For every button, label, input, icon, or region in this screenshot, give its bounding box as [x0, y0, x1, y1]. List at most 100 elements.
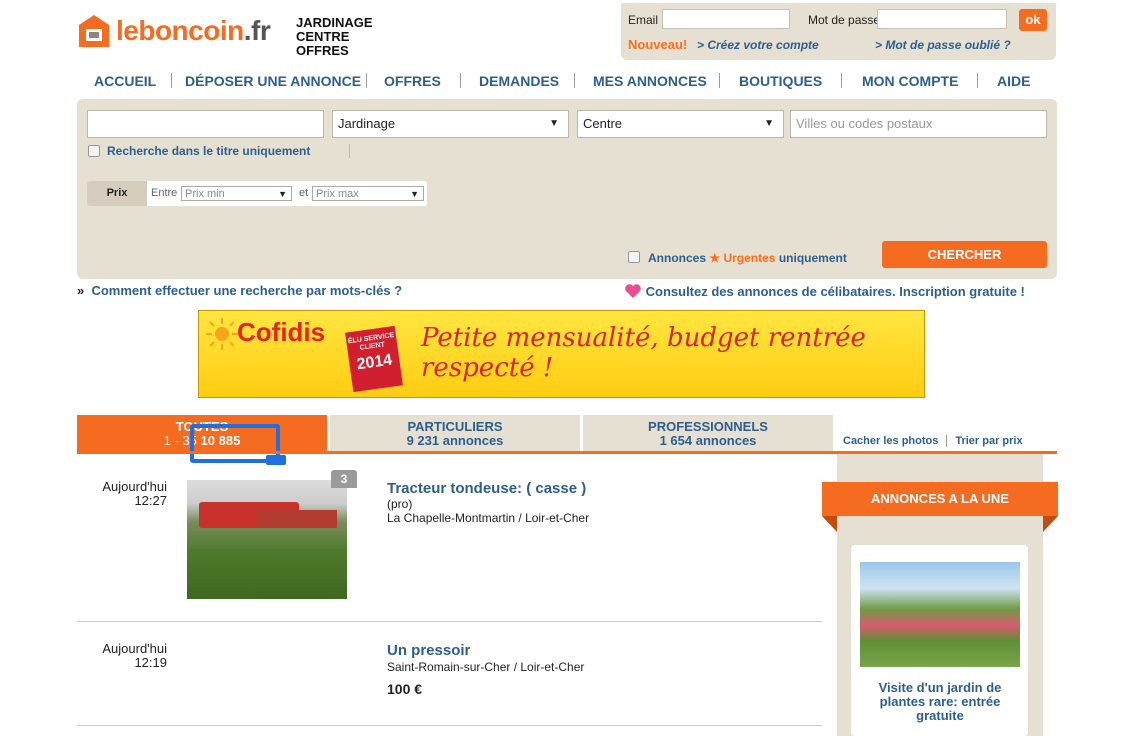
urgent-text-3: uniquement [778, 251, 847, 265]
email-label: Email [628, 13, 659, 27]
search-panel: Jardinage ▼ Centre ▼ Villes ou codes pos… [77, 99, 1057, 279]
nav-aide[interactable]: AIDE [997, 73, 1030, 89]
urgent-text-1: Annonces [648, 251, 707, 265]
tab-subtitle: 9 231 annonces [406, 433, 504, 448]
tab-subtitle: 1 654 annonces [659, 433, 757, 448]
crumb-region: CENTRE [296, 29, 350, 44]
listing-time: 12:19 [134, 655, 167, 670]
forgot-password-link[interactable]: > Mot de passe oublié ? [875, 38, 1011, 52]
listing-price: 100 € [387, 681, 423, 697]
award-badge-year: 2014 [355, 351, 394, 374]
ribbon-fold [822, 516, 837, 532]
urgent-checkbox[interactable] [628, 251, 640, 263]
urgent-label: Annonces ★ Urgentes uniquement [648, 251, 847, 265]
listing-day: Aujourd'hui [102, 641, 167, 656]
crumb-type: OFFRES [296, 43, 349, 58]
price-between-label: Entre [151, 187, 178, 199]
singles-promo[interactable]: Consultez des annonces de célibataires. … [624, 283, 1025, 299]
title-only-label: Recherche dans le titre uniquement [107, 144, 311, 158]
logo-name: leboncoin [116, 15, 244, 46]
price-max-select[interactable]: Prix max ▼ [312, 186, 424, 201]
listing-time: 12:27 [134, 493, 167, 508]
price-label: Prix [87, 181, 147, 206]
urgent-text-2: Urgentes [723, 251, 776, 265]
nav-divider [841, 73, 842, 88]
search-button[interactable]: CHERCHER [882, 241, 1047, 268]
ad-brand: Cofidis [237, 317, 326, 347]
nav-offres[interactable]: OFFRES [384, 73, 441, 89]
featured-title[interactable]: Visite d'un jardin de plantes rare: entr… [861, 681, 1019, 723]
region-select[interactable]: Centre ▼ [577, 110, 784, 138]
award-badge: ÉLU SERVICE CLIENT 2014 [345, 325, 403, 393]
ad-slogan: Petite mensualité, budget rentrée respec… [421, 323, 866, 383]
password-label: Mot de passe [808, 13, 881, 27]
dropdown-arrow-icon: ▼ [410, 189, 419, 199]
keyword-input[interactable] [87, 110, 324, 138]
price-max-value: Prix max [316, 188, 359, 200]
region-value: Centre [583, 116, 623, 131]
divider [946, 435, 948, 448]
featured-card[interactable]: Visite d'un jardin de plantes rare: entr… [851, 545, 1028, 736]
category-select[interactable]: Jardinage ▼ [332, 110, 569, 138]
singles-promo-text: Consultez des annonces de célibataires. … [645, 284, 1025, 299]
list-item[interactable]: Aujourd'hui 12:19 Un pressoir Saint-Roma… [77, 636, 822, 716]
nav-accueil[interactable]: ACCUEIL [94, 73, 156, 89]
tab-title: PROFESSIONNELS [648, 419, 768, 434]
sort-price-link[interactable]: Trier par prix [955, 435, 1022, 447]
title-only-checkbox[interactable] [88, 145, 100, 157]
search-help-link[interactable]: Comment effectuer une recherche par mots… [91, 283, 402, 298]
listing-title[interactable]: Un pressoir [387, 642, 470, 659]
photo-count-badge: 3 [331, 470, 357, 488]
featured-photo[interactable] [860, 562, 1020, 667]
tab-professionnels[interactable]: PROFESSIONNELS 1 654 annonces [583, 415, 833, 451]
list-divider [77, 621, 822, 622]
price-min-select[interactable]: Prix min ▼ [181, 186, 292, 201]
nav-mes-annonces[interactable]: MES ANNONCES [593, 73, 707, 89]
main-nav: ACCUEIL DÉPOSER UNE ANNONCE OFFRES DEMAN… [77, 73, 1057, 89]
create-account-link[interactable]: > Créez votre compte [697, 38, 819, 52]
location-input[interactable]: Villes ou codes postaux [790, 110, 1047, 138]
listing-location: Saint-Romain-sur-Cher / Loir-et-Cher [387, 660, 585, 674]
listing-date: Aujourd'hui 12:27 [77, 480, 167, 508]
nav-deposer[interactable]: DÉPOSER UNE ANNONCE [185, 73, 361, 89]
list-item[interactable]: Aujourd'hui 12:27 3 Tracteur tondeuse: (… [77, 470, 822, 612]
login-panel: Email Mot de passe ok Nouveau! > Créez v… [621, 3, 1056, 60]
list-tools: Cacher les photos Trier par prix [843, 435, 1023, 448]
heart-icon [625, 284, 641, 298]
ad-banner[interactable]: Cofidis ÉLU SERVICE CLIENT 2014 Petite m… [198, 310, 925, 398]
listing-location: La Chapelle-Montmartin / Loir-et-Cher [387, 511, 590, 525]
price-min-value: Prix min [185, 188, 225, 200]
listing-photo[interactable] [187, 480, 347, 599]
search-help: » Comment effectuer une recherche par mo… [77, 283, 402, 298]
category-value: Jardinage [338, 116, 396, 131]
nav-divider [574, 73, 575, 88]
email-field[interactable] [662, 9, 790, 29]
crumb-category: JARDINAGE [296, 15, 373, 30]
login-ok-button[interactable]: ok [1019, 9, 1047, 31]
logo-text[interactable]: leboncoin.fr [116, 15, 271, 47]
nav-demandes[interactable]: DEMANDES [479, 73, 559, 89]
list-divider [77, 725, 822, 726]
listing-day: Aujourd'hui [102, 479, 167, 494]
nav-divider [171, 73, 172, 88]
listing-title[interactable]: Tracteur tondeuse: ( casse ) [387, 480, 586, 497]
tab-particuliers[interactable]: PARTICULIERS 9 231 annonces [330, 415, 580, 451]
password-field[interactable] [877, 9, 1007, 29]
star-icon: ★ [709, 251, 721, 265]
nav-boutiques[interactable]: BOUTIQUES [739, 73, 822, 89]
featured-header: ANNONCES A LA UNE [822, 482, 1058, 516]
dropdown-arrow-icon: ▼ [278, 189, 287, 199]
dropdown-arrow-icon: ▼ [764, 118, 774, 129]
sun-icon [206, 318, 238, 350]
selection-highlight-handle [266, 455, 286, 465]
nav-divider [719, 73, 720, 88]
logo-tld: .fr [243, 15, 271, 46]
ribbon-fold [1043, 516, 1058, 532]
tab-title: PARTICULIERS [407, 419, 503, 434]
hide-photos-link[interactable]: Cacher les photos [843, 435, 938, 447]
nav-mon-compte[interactable]: MON COMPTE [862, 73, 958, 89]
nav-divider [977, 73, 978, 88]
nav-divider [460, 73, 461, 88]
price-and-label: et [299, 187, 309, 199]
dropdown-arrow-icon: ▼ [549, 118, 559, 129]
